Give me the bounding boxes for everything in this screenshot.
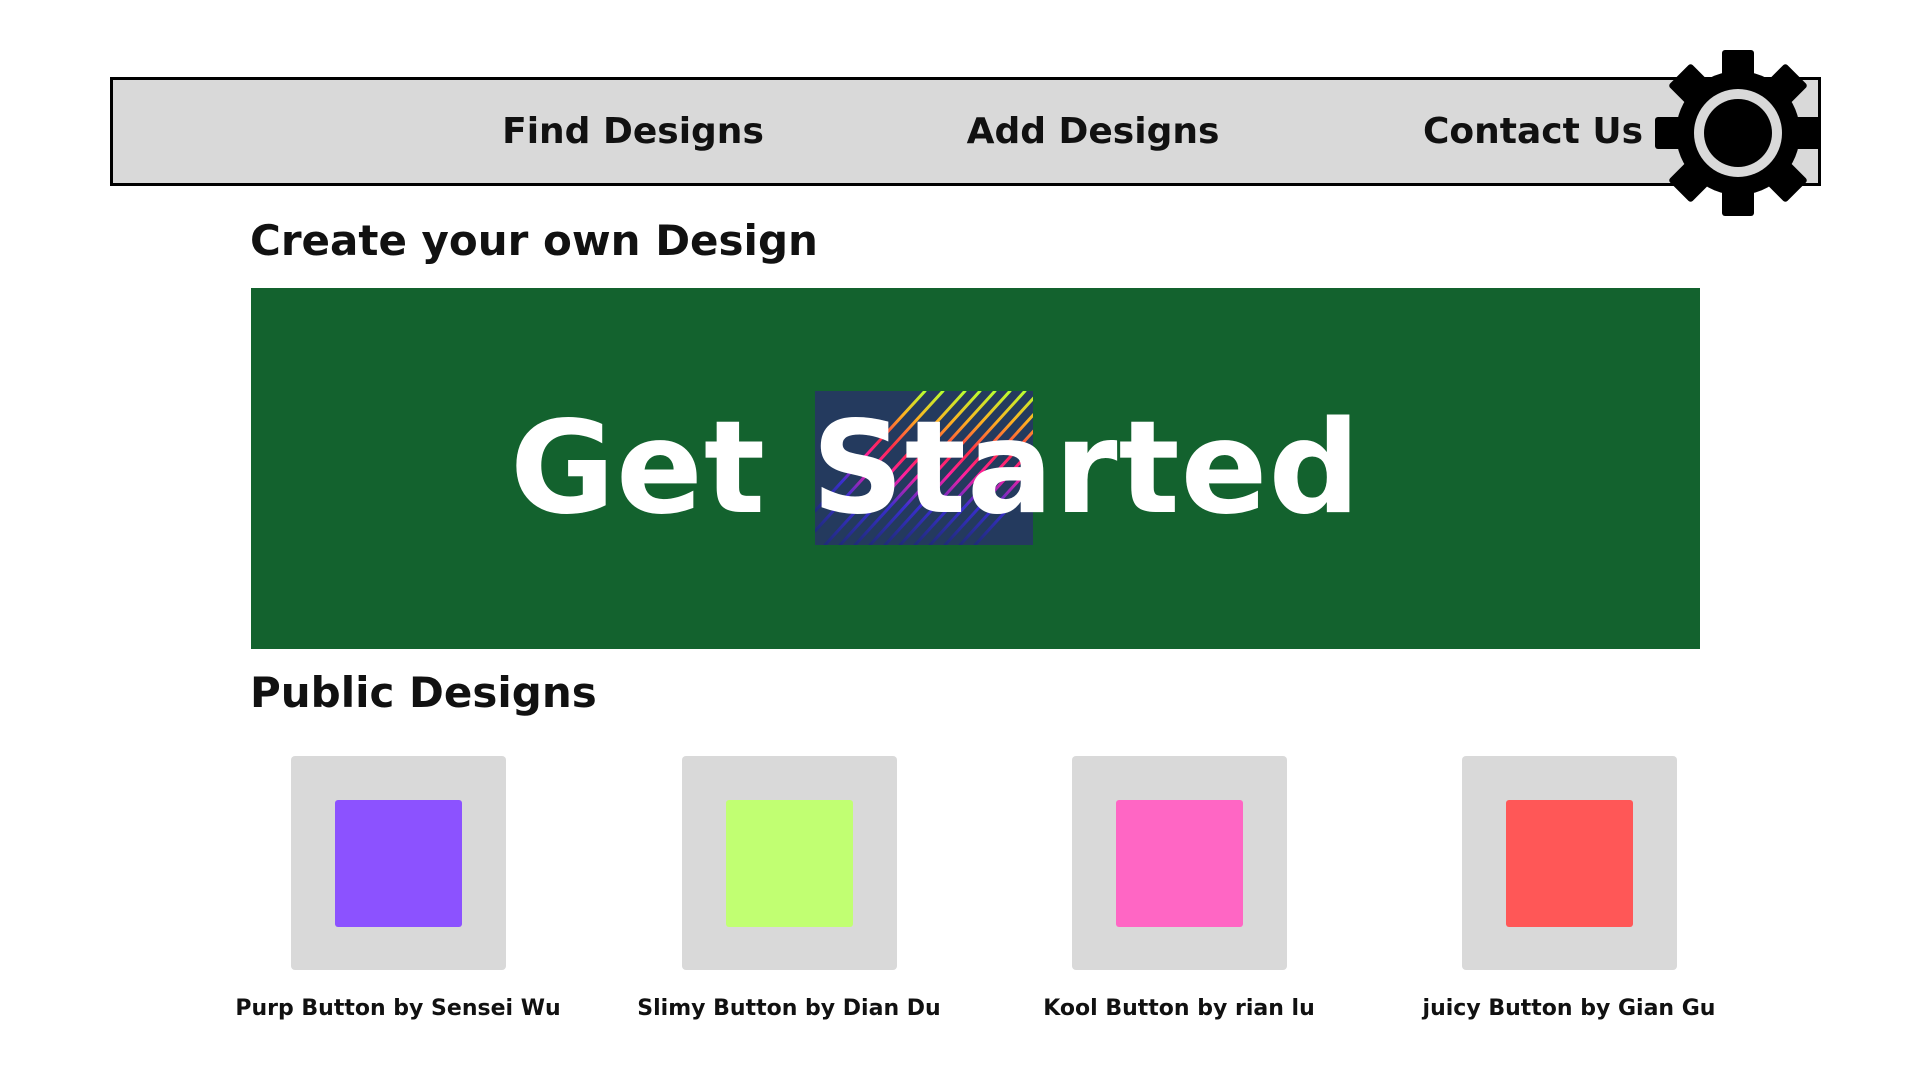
- design-caption-kool[interactable]: Kool Button by rian lu: [1009, 996, 1349, 1021]
- nav-find-designs[interactable]: Find Designs: [393, 80, 873, 183]
- page: Find Designs Add Designs Contact Us Crea…: [0, 0, 1920, 1080]
- nav-add-designs[interactable]: Add Designs: [853, 80, 1333, 183]
- create-design-heading: Create your own Design: [250, 216, 818, 265]
- design-caption-slimy[interactable]: Slimy Button by Dian Du: [619, 996, 959, 1021]
- design-swatch: [1506, 800, 1633, 927]
- design-card-juicy[interactable]: [1462, 756, 1677, 970]
- top-navbar: Find Designs Add Designs Contact Us: [110, 77, 1821, 186]
- public-designs-heading: Public Designs: [250, 668, 597, 717]
- design-swatch: [726, 800, 853, 927]
- get-started-banner[interactable]: Get Started: [251, 288, 1700, 649]
- design-card-slimy[interactable]: [682, 756, 897, 970]
- design-caption-juicy[interactable]: juicy Button by Gian Gu: [1399, 996, 1739, 1021]
- design-swatch: [335, 800, 462, 927]
- get-started-label: Get Started: [509, 394, 1362, 543]
- design-swatch: [1116, 800, 1243, 927]
- design-card-kool[interactable]: [1072, 756, 1287, 970]
- design-caption-purp[interactable]: Purp Button by Sensei Wu: [228, 996, 568, 1021]
- design-card-purp[interactable]: [291, 756, 506, 970]
- gear-icon[interactable]: [1655, 50, 1821, 216]
